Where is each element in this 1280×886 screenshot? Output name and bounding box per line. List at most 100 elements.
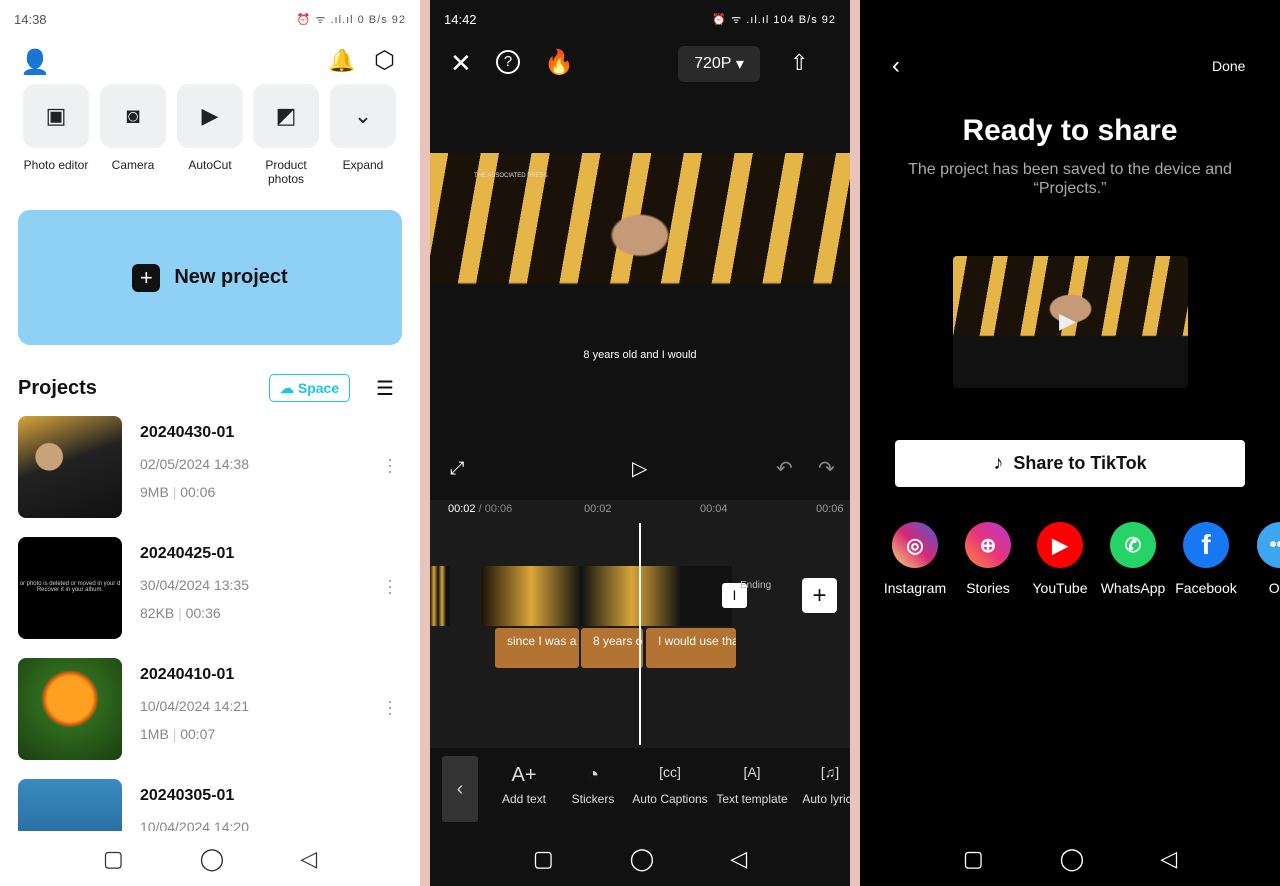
tool-stickers[interactable]: ◔ Stickers — [554, 764, 632, 806]
recents-icon[interactable]: ▢ — [533, 846, 554, 872]
recents-icon[interactable]: ▢ — [103, 846, 124, 872]
share-youtube[interactable]: ▶ YouTube — [1025, 522, 1095, 596]
share-whatsapp[interactable]: ✆ WhatsApp — [1098, 522, 1168, 596]
tool-auto-captions[interactable]: [cc] Auto Captions — [630, 764, 710, 806]
back-chevron-icon[interactable]: ‹ — [892, 52, 900, 80]
tool-product-photos[interactable]: ◩ Product photos — [253, 84, 319, 186]
project-size: 9MB — [140, 484, 169, 500]
editor-screen: 14:42 ⏰ ᯤ .ıl.ıl 104 B/s 92 ✕ ? 🔥 720P ▾… — [430, 0, 850, 886]
tool-auto-lyrics[interactable]: [♫] Auto lyrics — [790, 764, 850, 806]
youtube-icon: ▶ — [1037, 522, 1083, 568]
recents-icon[interactable]: ▢ — [963, 846, 984, 872]
nav-bar: ▢ ◯ ◁ — [430, 846, 850, 872]
playhead[interactable] — [639, 523, 641, 745]
prev-clip[interactable] — [430, 566, 450, 626]
status-time: 14:42 — [444, 11, 477, 27]
auto-captions-icon: [cc] — [659, 764, 681, 780]
video-thumbnail[interactable]: ▶ — [953, 256, 1188, 388]
back-chevron-button[interactable]: ‹ — [442, 756, 478, 822]
tool-camera[interactable]: ◙ Camera — [100, 84, 166, 172]
ending-label[interactable]: Ending — [740, 580, 771, 591]
status-icons: ⏰ ᯤ .ıl.ıl 0 B/s 92 — [296, 13, 406, 26]
play-icon[interactable]: ▷ — [632, 456, 647, 481]
share-stories[interactable]: ⊕ Stories — [953, 522, 1023, 596]
back-icon[interactable]: ◁ — [730, 846, 747, 872]
project-date: 10/04/2024 14:20 — [140, 819, 249, 831]
tiktok-label: Share to TikTok — [1013, 453, 1147, 473]
whatsapp-icon: ✆ — [1110, 522, 1156, 568]
tool-add-text[interactable]: A+ Add text — [485, 764, 563, 806]
project-item[interactable]: 20240410-01 10/04/2024 14:21 1MB | 00:07… — [18, 658, 402, 762]
profile-icon[interactable]: 👤 — [20, 48, 50, 77]
new-project-button[interactable]: + New project — [18, 210, 402, 345]
project-thumbnail — [18, 779, 122, 831]
back-icon[interactable]: ◁ — [300, 846, 317, 872]
close-icon[interactable]: ✕ — [450, 48, 472, 79]
add-clip-button[interactable]: + — [802, 578, 837, 613]
status-icons: ⏰ ᯤ .ıl.ıl 104 B/s 92 — [712, 13, 836, 26]
caption-segment[interactable]: since I was a l — [495, 628, 579, 668]
share-facebook[interactable]: f Facebook — [1171, 522, 1241, 596]
stories-icon: ⊕ — [965, 522, 1011, 568]
notification-bell-icon[interactable]: 🔔 — [328, 48, 355, 74]
share-label: Facebook — [1175, 580, 1237, 596]
project-name: 20240410-01 — [140, 666, 235, 683]
more-icon: ••• — [1257, 522, 1280, 568]
project-item[interactable]: 20240305-01 10/04/2024 14:20 — [18, 779, 402, 831]
tick-label: 00:06 — [816, 503, 844, 515]
edit-list-icon[interactable]: ☰ — [376, 376, 394, 401]
share-label: WhatsApp — [1100, 580, 1166, 596]
project-name: 20240425-01 — [140, 545, 235, 562]
tool-expand[interactable]: ⌄ Expand — [330, 84, 396, 172]
project-thumbnail — [18, 658, 122, 760]
fire-icon[interactable]: 🔥 — [544, 48, 574, 77]
share-label: YouTube — [1032, 580, 1088, 596]
total-time: / 00:06 — [478, 503, 513, 515]
project-date: 02/05/2024 14:38 — [140, 456, 249, 472]
share-label: Instagram — [883, 580, 947, 596]
home-icon[interactable]: ◯ — [200, 846, 225, 872]
home-icon[interactable]: ◯ — [1060, 846, 1085, 872]
more-options-icon[interactable]: · · · — [386, 450, 394, 480]
tool-label: Add text — [501, 792, 547, 806]
resolution-dropdown[interactable]: 720P ▾ — [678, 46, 760, 82]
fullscreen-icon[interactable]: ⤢ — [450, 458, 464, 479]
caption-segment[interactable]: 8 years ol — [581, 628, 643, 668]
facebook-icon: f — [1183, 522, 1229, 568]
tool-label: Auto Captions — [632, 792, 708, 806]
project-item[interactable]: 20240430-01 02/05/2024 14:38 9MB | 00:06… — [18, 416, 402, 520]
share-instagram[interactable]: ◎ Instagram — [880, 522, 950, 596]
tiktok-icon: ♪ — [993, 452, 1004, 474]
export-icon[interactable]: ⇧ — [790, 50, 808, 76]
play-icon[interactable]: ▶ — [1059, 308, 1076, 334]
space-button[interactable]: ☁ Space — [269, 374, 350, 402]
share-other[interactable]: ••• Oth — [1245, 522, 1280, 596]
share-subtitle: The project has been saved to the device… — [908, 161, 1232, 197]
video-preview[interactable]: THE ASSOCIATED PRESS 8 years old and I w… — [430, 153, 850, 388]
current-time: 00:02 — [448, 503, 476, 515]
tool-text-template[interactable]: [A] Text template — [712, 764, 792, 806]
cloud-icon: ☁ — [279, 379, 294, 396]
status-bar: 14:42 ⏰ ᯤ .ıl.ıl 104 B/s 92 — [444, 10, 836, 28]
chevron-down-icon: ⌄ — [330, 84, 396, 148]
share-to-tiktok-button[interactable]: ♪ Share to TikTok — [895, 440, 1245, 487]
space-label: Space — [297, 380, 340, 396]
project-item[interactable]: or photo is deleted or moved in your d R… — [18, 537, 402, 641]
caption-segment[interactable]: I would use tha — [646, 628, 736, 668]
time-display: 00:02 / 00:06 — [448, 503, 512, 515]
add-text-icon: A+ — [511, 764, 537, 786]
back-icon[interactable]: ◁ — [1160, 846, 1177, 872]
tool-photo-editor[interactable]: ▣ Photo editor — [23, 84, 89, 172]
undo-icon[interactable]: ↶ — [776, 456, 793, 481]
share-title: Ready to share — [962, 114, 1178, 147]
autocut-icon: ▶ — [177, 84, 243, 148]
settings-icon[interactable]: ⬡ — [374, 46, 395, 75]
help-icon[interactable]: ? — [496, 50, 520, 74]
home-icon[interactable]: ◯ — [630, 846, 655, 872]
more-options-icon[interactable]: · · · — [386, 571, 394, 601]
more-options-icon[interactable]: · · · — [386, 692, 394, 722]
tool-autocut[interactable]: ▶ AutoCut — [177, 84, 243, 172]
done-button[interactable]: Done — [1212, 58, 1245, 74]
video-clip[interactable] — [481, 566, 732, 626]
redo-icon[interactable]: ↷ — [818, 456, 835, 481]
